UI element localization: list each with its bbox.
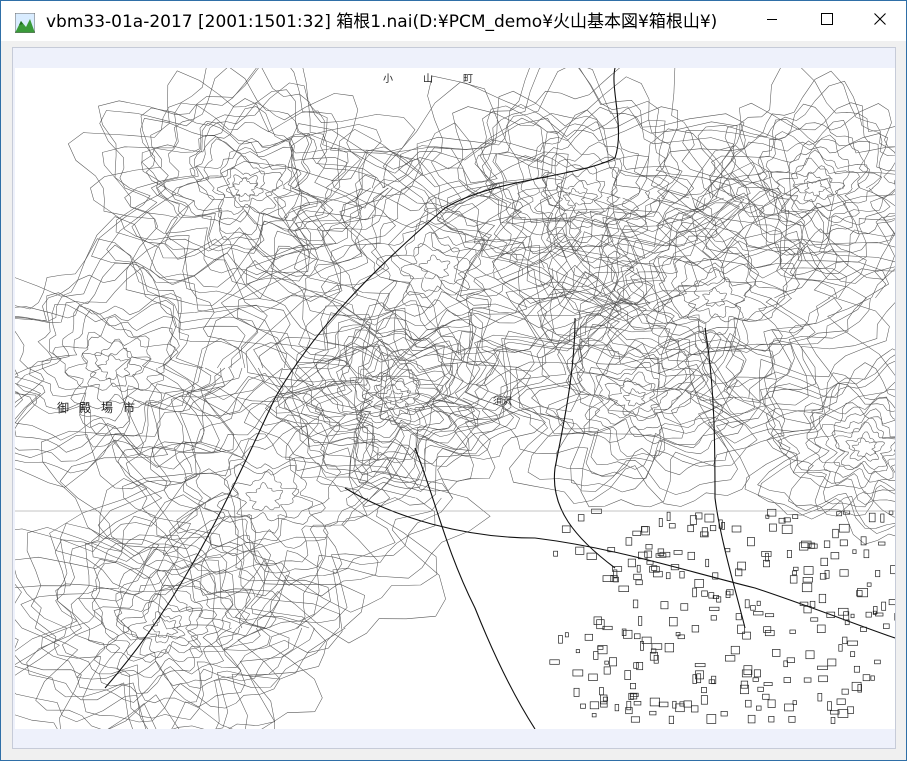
topographic-map-view[interactable]: 御殿場市 小山町 須沢 [15, 68, 895, 729]
status-strip [15, 729, 895, 747]
close-button[interactable] [857, 1, 903, 37]
application-window: vbm33-01a-2017 [2001:1501:32] 箱根1.nai(D:… [0, 0, 907, 761]
map-label-river: 須沢 [493, 397, 514, 407]
topographic-map-image [15, 68, 895, 729]
minimize-icon [767, 19, 777, 20]
close-icon [874, 13, 886, 25]
minimize-button[interactable] [749, 1, 795, 37]
title-bar[interactable]: vbm33-01a-2017 [2001:1501:32] 箱根1.nai(D:… [1, 1, 906, 41]
maximize-button[interactable] [804, 1, 850, 37]
maximize-icon [821, 13, 833, 25]
map-app-icon[interactable] [14, 12, 36, 34]
map-label-city: 御殿場市 [57, 401, 146, 415]
map-label-oyama: 小山町 [383, 74, 503, 85]
window-title: vbm33-01a-2017 [2001:1501:32] 箱根1.nai(D:… [46, 12, 718, 32]
